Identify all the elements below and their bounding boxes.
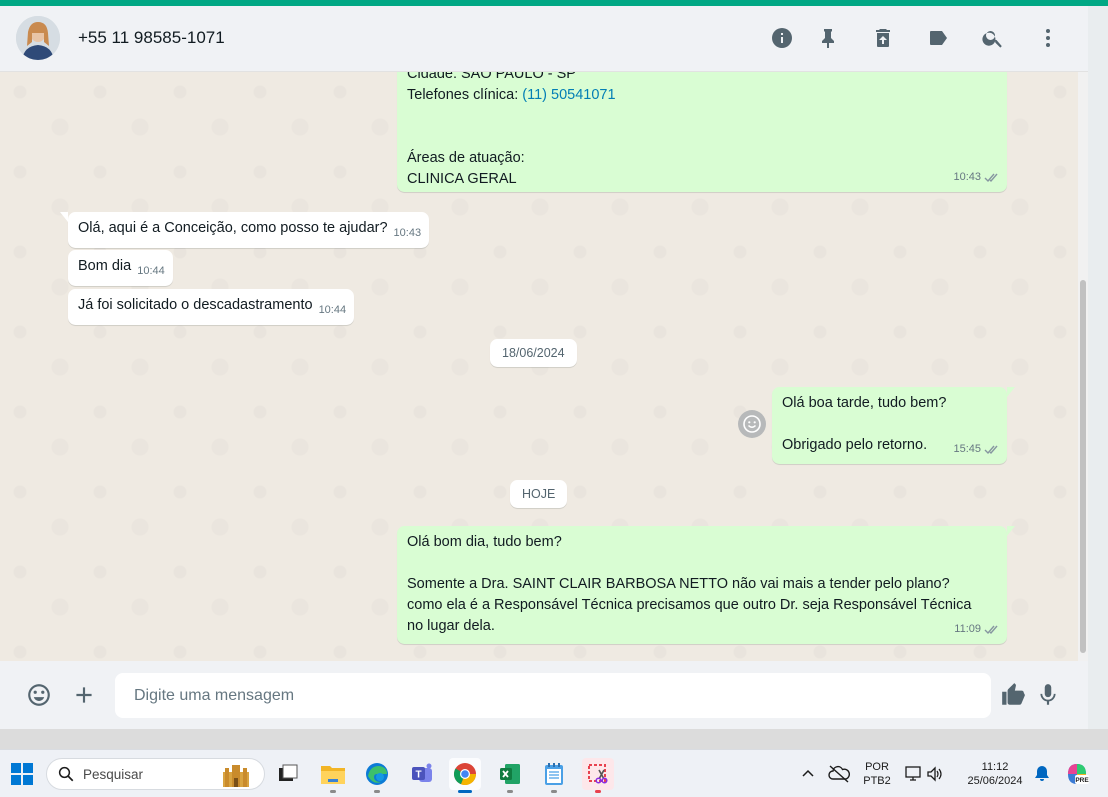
- double-check-icon: [984, 625, 998, 635]
- bubble-tail: [60, 212, 68, 222]
- message-meta: 11:09: [954, 619, 1000, 640]
- file-explorer-icon[interactable]: [317, 758, 349, 793]
- search-icon[interactable]: [977, 22, 1009, 54]
- message-outgoing[interactable]: Olá boa tarde, tudo bem? Obrigado pelo r…: [772, 387, 1015, 464]
- clock[interactable]: 11:12 25/06/2024: [956, 760, 1034, 788]
- snipping-tool-icon[interactable]: [582, 758, 614, 793]
- window-gutter: [1088, 6, 1108, 729]
- running-indicator: [374, 790, 380, 793]
- running-indicator: [507, 790, 513, 793]
- date-separator: 18/06/2024: [490, 339, 577, 367]
- chevron-up-icon[interactable]: [792, 758, 824, 790]
- attach-plus-icon[interactable]: [68, 679, 100, 711]
- language-code: POR: [865, 761, 889, 773]
- notepad-icon[interactable]: [538, 758, 570, 793]
- notification-bell-icon[interactable]: [1026, 758, 1058, 790]
- label-icon[interactable]: [922, 22, 954, 54]
- message-line: Cidade: SÃO PAULO - SP: [407, 72, 576, 82]
- message-outgoing[interactable]: Olá bom dia, tudo bem? Somente a Dra. SA…: [397, 526, 1015, 644]
- message-line: Somente a Dra. SAINT CLAIR BARBOSA NETTO…: [407, 576, 950, 592]
- message-text: Já foi solicitado o descadastramento: [78, 297, 313, 313]
- message-time: 10:44: [137, 265, 165, 277]
- menu-icon[interactable]: [1032, 22, 1064, 54]
- copilot-icon[interactable]: PRE: [1061, 758, 1093, 790]
- message-line: Olá boa tarde, tudo bem?: [782, 395, 947, 411]
- whatsapp-window: +55 11 98585-1071 Cidade: SÃO PAULO - SP…: [0, 6, 1088, 729]
- message-line: no lugar dela.: [407, 618, 495, 634]
- message-input[interactable]: [115, 673, 991, 718]
- chat-area[interactable]: Cidade: SÃO PAULO - SP Telefones clínica…: [0, 72, 1088, 661]
- search-highlight-icon: [223, 765, 249, 787]
- edge-browser-icon[interactable]: [361, 758, 393, 793]
- clock-time: 11:12: [981, 761, 1009, 773]
- emoji-reaction-icon[interactable]: [738, 410, 766, 438]
- bubble-tail: [1007, 387, 1015, 397]
- windows-taskbar: Pesquisar T POR PTB2 11:12 25/06/2024 PR…: [0, 749, 1108, 797]
- running-indicator: [551, 790, 557, 793]
- info-icon[interactable]: [766, 22, 798, 54]
- message-time: 10:43: [393, 227, 422, 239]
- avatar[interactable]: [16, 16, 60, 60]
- task-view-icon[interactable]: [272, 758, 304, 790]
- bubble-tail: [1007, 526, 1015, 536]
- double-check-icon: [984, 173, 998, 183]
- desktop-gap: [0, 729, 1108, 749]
- copilot-badge: PRE: [1075, 777, 1089, 784]
- svg-text:T: T: [415, 770, 421, 781]
- message-line: como ela é a Responsável Técnica precisa…: [407, 597, 972, 613]
- message-line-prefix: Telefones clínica:: [407, 87, 523, 103]
- phone-link[interactable]: (11) 50541071: [522, 87, 615, 103]
- message-meta: 10:43: [953, 167, 1000, 188]
- microphone-icon[interactable]: [1032, 679, 1064, 711]
- message-line: [407, 106, 998, 127]
- message-time: 11:09: [954, 623, 981, 635]
- message-line: Telefones clínica: (11) 50541071: [407, 85, 998, 106]
- taskbar-search[interactable]: Pesquisar: [46, 758, 265, 790]
- message-line: [407, 553, 998, 574]
- message-incoming[interactable]: Olá, aqui é a Conceição, como posso te a…: [60, 212, 430, 248]
- network-volume-icon[interactable]: [900, 758, 948, 790]
- windows-start-icon[interactable]: [6, 758, 38, 790]
- onedrive-offline-icon[interactable]: [823, 758, 855, 790]
- contact-name[interactable]: +55 11 98585-1071: [78, 28, 225, 48]
- chat-header: +55 11 98585-1071: [0, 6, 1088, 72]
- scrollbar-thumb[interactable]: [1080, 280, 1086, 653]
- composer-bar: [0, 661, 1088, 729]
- teams-icon[interactable]: T: [406, 758, 438, 790]
- message-text: Bom dia: [78, 258, 132, 274]
- thumbs-up-icon[interactable]: [997, 679, 1029, 711]
- message-text: Olá, aqui é a Conceição, como posso te a…: [78, 220, 388, 236]
- message-line: CLINICA GERAL: [407, 171, 517, 187]
- pin-icon[interactable]: [812, 22, 844, 54]
- running-indicator: [595, 790, 601, 793]
- excel-icon[interactable]: [494, 758, 526, 793]
- message-incoming[interactable]: Bom dia 10:44: [68, 250, 173, 286]
- delete-icon[interactable]: [867, 22, 899, 54]
- search-icon: [58, 766, 74, 782]
- message-time: 10:43: [953, 171, 981, 183]
- message-meta: 15:45: [953, 439, 1000, 460]
- keyboard-layout: PTB2: [863, 775, 891, 787]
- date-separator: HOJE: [510, 480, 568, 508]
- search-label: Pesquisar: [83, 766, 144, 782]
- message-time: 10:44: [318, 304, 347, 316]
- clock-date: 25/06/2024: [967, 775, 1023, 787]
- keyboard-language[interactable]: POR PTB2: [859, 760, 895, 788]
- running-indicator: [330, 790, 336, 793]
- active-indicator: [458, 790, 472, 793]
- message-incoming[interactable]: Já foi solicitado o descadastramento 10:4…: [68, 289, 355, 325]
- message-line: Áreas de atuação:: [407, 150, 525, 166]
- message-line: [407, 127, 998, 148]
- emoji-icon[interactable]: [23, 679, 55, 711]
- message-line: [782, 414, 998, 435]
- chrome-icon[interactable]: [449, 758, 481, 793]
- message-time: 15:45: [953, 443, 981, 455]
- double-check-icon: [984, 445, 998, 455]
- message-outgoing[interactable]: Cidade: SÃO PAULO - SP Telefones clínica…: [397, 72, 1007, 192]
- message-line: Olá bom dia, tudo bem?: [407, 534, 562, 550]
